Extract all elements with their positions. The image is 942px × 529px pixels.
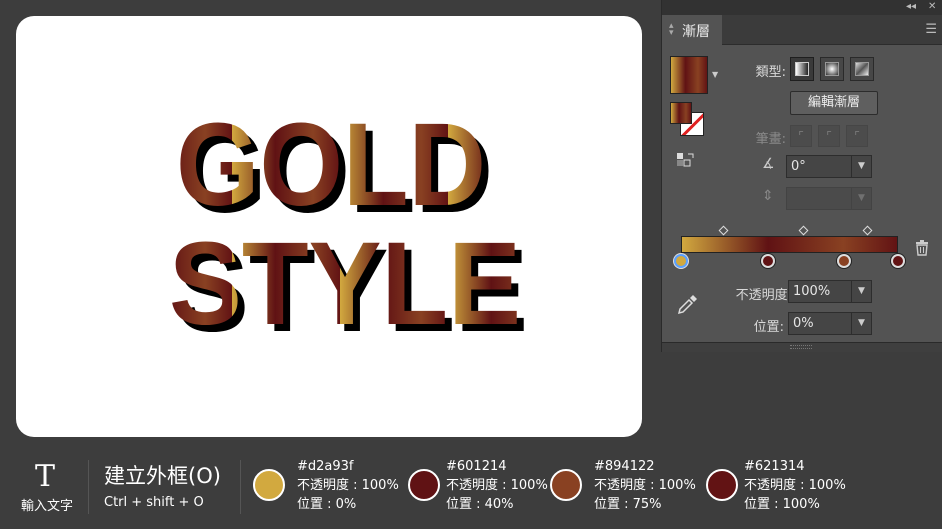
panel-resize-bar[interactable] bbox=[662, 342, 942, 352]
linear-gradient-icon bbox=[795, 62, 809, 76]
freeform-gradient-icon bbox=[855, 62, 869, 76]
divider bbox=[88, 460, 89, 514]
collapse-icon[interactable]: ◂◂ bbox=[906, 1, 916, 13]
artwork-line2[interactable]: STYLE bbox=[169, 218, 521, 350]
shortcut-keys: Ctrl + shift + O bbox=[104, 495, 204, 510]
legend-bar: T 輸入文字 建立外框(O) Ctrl + shift + O #d2a93f … bbox=[0, 448, 942, 529]
aspect-ratio-field[interactable]: ▼ bbox=[786, 187, 872, 210]
legend-swatch-1 bbox=[253, 469, 285, 501]
location-label: 位置: bbox=[753, 320, 784, 335]
legend-item-4: #621314 不透明度 : 100% 位置 : 100% bbox=[744, 457, 846, 514]
artboard[interactable]: GOLD GOLD STYLE STYLE bbox=[16, 16, 642, 437]
tab-gradient[interactable]: ▴ ▾ 漸層 bbox=[662, 15, 722, 45]
panel-tab-row: ▴ ▾ 漸層 ☰ bbox=[662, 15, 942, 45]
legend-location: 位置 : 75% bbox=[594, 497, 662, 512]
legend-item-2: #601214 不透明度 : 100% 位置 : 40% bbox=[446, 457, 548, 514]
angle-value: 0° bbox=[791, 159, 806, 174]
chevron-down-icon[interactable]: ▼ bbox=[712, 70, 718, 79]
gradient-midpoint[interactable] bbox=[718, 225, 729, 236]
gradient-stop[interactable] bbox=[891, 254, 905, 268]
panel-title-bar: ◂◂ ✕ bbox=[662, 0, 942, 15]
legend-opacity: 不透明度 : 100% bbox=[297, 478, 399, 493]
legend-location: 位置 : 100% bbox=[744, 497, 820, 512]
gradient-slider[interactable] bbox=[681, 236, 898, 253]
legend-location: 位置 : 0% bbox=[297, 497, 357, 512]
linear-gradient-button[interactable] bbox=[790, 57, 814, 81]
gradient-stop[interactable] bbox=[674, 254, 688, 268]
panel-menu-icon[interactable]: ☰ bbox=[925, 23, 937, 36]
location-value: 0% bbox=[793, 316, 814, 331]
chevron-down-icon[interactable]: ▼ bbox=[851, 156, 871, 177]
chevron-down-icon[interactable]: ▼ bbox=[851, 313, 871, 334]
tab-gradient-label: 漸層 bbox=[682, 24, 710, 40]
stroke-label: 筆畫: bbox=[755, 132, 786, 147]
legend-hex: #621314 bbox=[744, 459, 805, 474]
stroke-across-button[interactable]: ⌜ bbox=[846, 125, 868, 147]
resize-grip-icon bbox=[790, 345, 812, 349]
radial-gradient-icon bbox=[825, 62, 839, 76]
aspect-ratio-icon: ⇕ bbox=[762, 188, 774, 204]
close-icon[interactable]: ✕ bbox=[928, 1, 936, 13]
chevron-down-icon[interactable]: ▼ bbox=[851, 188, 871, 209]
eyedropper-icon[interactable] bbox=[676, 294, 698, 316]
legend-item-1: #d2a93f 不透明度 : 100% 位置 : 0% bbox=[297, 457, 399, 514]
edit-gradient-button[interactable]: 編輯漸層 bbox=[790, 91, 878, 115]
create-outlines-label: 建立外框(O) bbox=[104, 464, 221, 488]
stroke-along-button[interactable]: ⌜ bbox=[818, 125, 840, 147]
angle-field[interactable]: 0° ▼ bbox=[786, 155, 872, 178]
gradient-midpoint[interactable] bbox=[798, 225, 809, 236]
type-label: 類型: bbox=[755, 65, 786, 80]
chevron-down-icon[interactable]: ▼ bbox=[851, 281, 871, 302]
freeform-gradient-button[interactable] bbox=[850, 57, 874, 81]
opacity-value: 100% bbox=[793, 284, 831, 299]
gradient-stop[interactable] bbox=[760, 254, 775, 268]
legend-item-3: #894122 不透明度 : 100% 位置 : 75% bbox=[594, 457, 696, 514]
legend-swatch-3 bbox=[550, 469, 582, 501]
legend-swatch-4 bbox=[706, 469, 738, 501]
legend-opacity: 不透明度 : 100% bbox=[744, 478, 846, 493]
legend-swatch-2 bbox=[408, 469, 440, 501]
legend-opacity: 不透明度 : 100% bbox=[446, 478, 548, 493]
artwork: GOLD GOLD STYLE STYLE bbox=[169, 99, 528, 357]
angle-icon: ∡ bbox=[762, 156, 775, 172]
legend-location: 位置 : 40% bbox=[446, 497, 514, 512]
gradient-preview-swatch[interactable] bbox=[670, 56, 708, 94]
panel-grip-icon: ▴ ▾ bbox=[669, 21, 674, 38]
type-tool-icon: T bbox=[35, 459, 56, 494]
legend-opacity: 不透明度 : 100% bbox=[594, 478, 696, 493]
divider bbox=[240, 460, 241, 514]
fill-swatch[interactable] bbox=[670, 102, 692, 124]
swap-fill-stroke-icon[interactable] bbox=[676, 152, 696, 168]
gradient-panel: ◂◂ ✕ ▴ ▾ 漸層 ☰ ▼ 類型: 編輯漸層 筆畫: ⌜ ⌜ ⌜ ∡ 0° ▼… bbox=[661, 0, 942, 352]
trash-icon[interactable] bbox=[915, 240, 929, 256]
opacity-field[interactable]: 100% ▼ bbox=[788, 280, 872, 303]
opacity-label: 不透明度: bbox=[735, 288, 792, 303]
legend-hex: #894122 bbox=[594, 459, 655, 474]
radial-gradient-button[interactable] bbox=[820, 57, 844, 81]
legend-hex: #601214 bbox=[446, 459, 507, 474]
location-field[interactable]: 0% ▼ bbox=[788, 312, 872, 335]
gradient-stop[interactable] bbox=[836, 254, 851, 268]
gradient-midpoint[interactable] bbox=[862, 225, 873, 236]
artwork-line1[interactable]: GOLD bbox=[176, 99, 486, 231]
stroke-within-button[interactable]: ⌜ bbox=[790, 125, 812, 147]
type-tool-label: 輸入文字 bbox=[21, 499, 74, 514]
legend-hex: #d2a93f bbox=[297, 459, 354, 474]
